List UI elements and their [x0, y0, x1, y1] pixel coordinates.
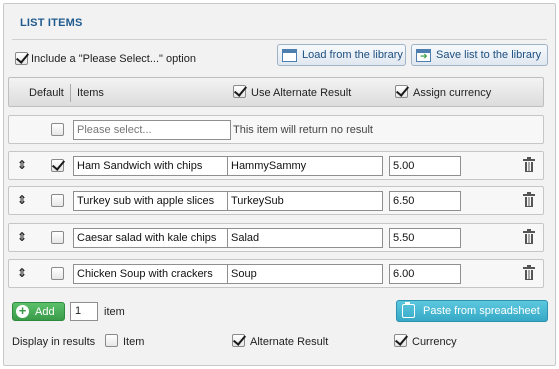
default-checkbox[interactable] [51, 231, 64, 244]
add-item-label: item [104, 306, 125, 318]
alternate-result-input[interactable]: Soup [227, 264, 383, 284]
display-alternate-result-label: Alternate Result [250, 336, 329, 348]
panel-title: LIST ITEMS [20, 17, 83, 29]
list-item-row-4: ⇕ Chicken Soup with crackers Soup 6.00 [8, 259, 544, 288]
please-select-default-checkbox[interactable] [51, 123, 64, 136]
item-input[interactable]: Caesar salad with kale chips [73, 228, 228, 248]
item-input[interactable]: Ham Sandwich with chips [73, 156, 228, 176]
display-item-checkbox[interactable] [105, 334, 118, 347]
display-currency-checkbox[interactable] [394, 334, 407, 347]
use-alternate-result-checkbox[interactable] [233, 85, 246, 98]
add-button-label: Add [35, 305, 55, 318]
display-in-results-label: Display in results [12, 336, 96, 348]
library-save-icon [416, 48, 431, 62]
assign-currency-checkbox[interactable] [395, 85, 408, 98]
list-item-row-1: ⇕ Ham Sandwich with chips HammySammy 5.0… [8, 151, 544, 180]
alternate-result-input[interactable]: HammySammy [227, 156, 383, 176]
trash-icon[interactable] [523, 192, 535, 208]
currency-input[interactable]: 6.00 [389, 264, 461, 284]
load-from-library-button[interactable]: Load from the library [277, 44, 406, 66]
please-select-note: This item will return no result [233, 124, 373, 136]
trash-icon[interactable] [523, 157, 535, 173]
include-please-select-label: Include a "Please Select..." option [31, 53, 196, 65]
display-alternate-result-checkbox[interactable] [232, 334, 245, 347]
header-separator [70, 84, 71, 102]
save-to-library-button[interactable]: Save list to the library [411, 44, 548, 66]
currency-input[interactable]: 5.00 [389, 156, 461, 176]
please-select-input[interactable] [73, 120, 231, 140]
drag-handle-icon[interactable]: ⇕ [17, 158, 27, 172]
header-default: Default [29, 87, 64, 99]
add-quantity-input[interactable]: 1 [70, 302, 98, 321]
default-checkbox[interactable] [51, 267, 64, 280]
include-please-select-checkbox[interactable] [15, 52, 28, 65]
item-input[interactable]: Turkey sub with apple slices [73, 191, 228, 211]
trash-icon[interactable] [523, 265, 535, 281]
drag-handle-icon[interactable]: ⇕ [17, 193, 27, 207]
load-from-library-label: Load from the library [302, 49, 403, 61]
add-button[interactable]: + Add [12, 302, 65, 321]
save-to-library-label: Save list to the library [436, 49, 542, 61]
header-use-alternate-result: Use Alternate Result [251, 87, 352, 99]
title-divider [12, 39, 547, 40]
currency-input[interactable]: 6.50 [389, 191, 461, 211]
please-select-row: This item will return no result [8, 115, 544, 144]
drag-handle-icon[interactable]: ⇕ [17, 230, 27, 244]
alternate-result-input[interactable]: Salad [227, 228, 383, 248]
display-item-label: Item [123, 336, 145, 348]
display-currency-label: Currency [412, 336, 457, 348]
trash-icon[interactable] [523, 229, 535, 245]
header-assign-currency: Assign currency [413, 87, 492, 99]
library-icon [282, 48, 297, 62]
plus-circle-icon: + [16, 304, 29, 318]
paste-button-label: Paste from spreadsheet [423, 305, 540, 317]
alternate-result-input[interactable]: TurkeySub [227, 191, 383, 211]
items-table-header: Default Items Use Alternate Result Assig… [8, 77, 544, 107]
list-item-row-2: ⇕ Turkey sub with apple slices TurkeySub… [8, 186, 544, 215]
item-input[interactable]: Chicken Soup with crackers [73, 264, 228, 284]
drag-handle-icon[interactable]: ⇕ [17, 266, 27, 280]
paste-from-spreadsheet-button[interactable]: Paste from spreadsheet [396, 300, 548, 322]
default-checkbox[interactable] [51, 194, 64, 207]
currency-input[interactable]: 5.50 [389, 228, 461, 248]
clipboard-icon [402, 302, 415, 318]
header-items: Items [77, 87, 104, 99]
list-item-row-3: ⇕ Caesar salad with kale chips Salad 5.5… [8, 223, 544, 252]
default-checkbox[interactable] [51, 159, 64, 172]
